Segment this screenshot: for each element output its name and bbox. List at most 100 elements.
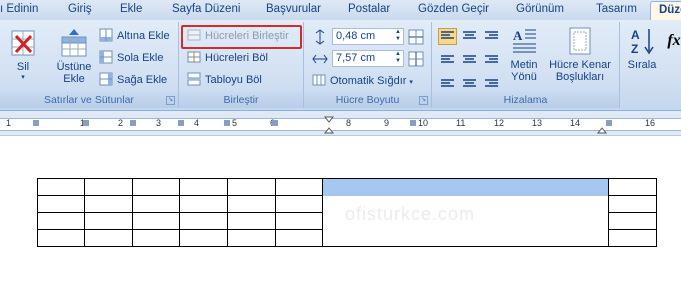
- autofit-button[interactable]: Otomatik Sığdır ▾: [312, 72, 413, 90]
- text-direction-label-2: Yönü: [511, 71, 537, 83]
- table-cell[interactable]: [227, 178, 276, 196]
- merge-cells-highlight: [181, 25, 302, 49]
- text-direction-button[interactable]: A Metin Yönü: [506, 26, 542, 83]
- column-marker[interactable]: [606, 120, 612, 126]
- autofit-label: Otomatik Sığdır: [330, 75, 407, 87]
- tab-add-ins[interactable]: ı Edinin: [0, 3, 38, 19]
- insert-left-button[interactable]: Sola Ekle: [99, 49, 163, 67]
- table-cell[interactable]: [132, 212, 180, 230]
- table-cell[interactable]: [275, 229, 323, 247]
- align-top-right-button[interactable]: [482, 28, 501, 45]
- table-row: [37, 178, 657, 247]
- table-cell[interactable]: [227, 195, 276, 213]
- tab-home[interactable]: Giriş: [68, 3, 92, 19]
- column-marker[interactable]: [410, 120, 416, 126]
- formula-button[interactable]: fx: [664, 32, 681, 50]
- table-cell[interactable]: [227, 212, 276, 230]
- insert-below-label: Altına Ekle: [117, 30, 170, 42]
- align-middle-left-button[interactable]: [438, 50, 457, 67]
- table-cell[interactable]: [227, 229, 276, 247]
- table-cell[interactable]: [608, 178, 657, 196]
- table-cell[interactable]: [37, 178, 85, 196]
- tab-layout[interactable]: Düzen: [650, 1, 681, 20]
- column-marker[interactable]: [224, 120, 230, 126]
- table-cell[interactable]: [608, 195, 657, 213]
- table-cell[interactable]: [84, 178, 133, 196]
- table-cell[interactable]: [132, 195, 180, 213]
- table-cell[interactable]: [84, 229, 133, 247]
- insert-below-button[interactable]: Altına Ekle: [99, 27, 170, 45]
- right-indent-marker[interactable]: [596, 127, 608, 134]
- tab-review[interactable]: Gözden Geçir: [418, 3, 489, 19]
- table-cell[interactable]: [608, 212, 657, 230]
- group-label-rows-columns: Satırlar ve Sütunlar: [0, 92, 178, 108]
- table-cell[interactable]: [608, 229, 657, 247]
- tab-page-layout[interactable]: Sayfa Düzeni: [172, 3, 240, 19]
- ruler-column-markers: [33, 116, 612, 134]
- column-marker[interactable]: [130, 120, 136, 126]
- table-cell[interactable]: [132, 229, 180, 247]
- align-bottom-right-icon: [485, 79, 498, 87]
- align-middle-right-button[interactable]: [482, 50, 501, 67]
- delete-button[interactable]: Sil ▾: [6, 28, 40, 81]
- table-cell[interactable]: [84, 212, 133, 230]
- column-marker[interactable]: [83, 120, 89, 126]
- split-table-icon: [187, 72, 201, 86]
- svg-text:A: A: [631, 28, 640, 42]
- row-height-spinner[interactable]: 0,48 cm ▲ ▼: [332, 28, 404, 45]
- align-bottom-right-button[interactable]: [482, 72, 501, 89]
- insert-above-icon: [61, 29, 87, 57]
- table-cell[interactable]: [275, 178, 323, 196]
- rows-columns-launcher-icon[interactable]: ↘: [166, 96, 175, 105]
- table-cell[interactable]: [179, 195, 228, 213]
- insert-left-icon: [99, 50, 113, 64]
- indent-marker-bottom[interactable]: [323, 127, 335, 134]
- distribute-rows-icon[interactable]: [408, 29, 424, 48]
- text-direction-icon: A: [513, 28, 536, 53]
- insert-right-button[interactable]: Sağa Ekle: [99, 71, 167, 89]
- tab-mailings[interactable]: Postalar: [348, 3, 390, 19]
- column-marker[interactable]: [33, 120, 39, 126]
- split-table-button[interactable]: Tabloyu Böl: [187, 71, 262, 89]
- document-page[interactable]: ofisturkce.com: [0, 136, 681, 301]
- insert-above-button[interactable]: Üstüne Ekle: [52, 28, 96, 85]
- spinner-arrows-icon[interactable]: ▲ ▼: [393, 29, 403, 44]
- table-cell[interactable]: [275, 212, 323, 230]
- group-alignment: A Metin Yönü Hücre Kenar Boşlukları Hiza…: [432, 22, 620, 108]
- group-cell-size: 0,48 cm ▲ ▼ 7,57 cm ▲ ▼ Otomatik Sığdır ▾ H…: [304, 22, 432, 108]
- insert-above-label-1: Üstüne: [56, 61, 92, 73]
- table-cell[interactable]: [179, 229, 228, 247]
- column-marker[interactable]: [272, 120, 278, 126]
- cell-margins-button[interactable]: Hücre Kenar Boşlukları: [546, 26, 614, 83]
- tab-view[interactable]: Görünüm: [516, 3, 564, 19]
- table-cell[interactable]: [37, 229, 85, 247]
- align-top-center-icon: [463, 31, 476, 39]
- cell-size-launcher-icon[interactable]: ↘: [419, 96, 428, 105]
- align-top-center-button[interactable]: [460, 28, 479, 45]
- insert-left-label: Sola Ekle: [117, 52, 164, 64]
- formula-label: fx: [667, 32, 681, 49]
- indent-marker-top[interactable]: [323, 116, 335, 123]
- table-cell[interactable]: [37, 212, 85, 230]
- distribute-columns-icon[interactable]: [408, 51, 424, 70]
- split-cells-label: Hücreleri Böl: [205, 52, 268, 64]
- tab-design[interactable]: Tasarım: [596, 3, 637, 19]
- spinner-arrows-icon[interactable]: ▲ ▼: [393, 51, 403, 66]
- split-cells-button[interactable]: Hücreleri Böl: [187, 49, 268, 67]
- align-bottom-center-button[interactable]: [460, 72, 479, 89]
- column-marker[interactable]: [178, 120, 184, 126]
- align-middle-center-button[interactable]: [460, 50, 479, 67]
- table-cell[interactable]: [37, 195, 85, 213]
- tab-references[interactable]: Başvurular: [266, 3, 321, 19]
- table-cell[interactable]: [179, 178, 228, 196]
- align-top-left-button[interactable]: [438, 28, 457, 45]
- align-bottom-left-button[interactable]: [438, 72, 457, 89]
- horizontal-ruler[interactable]: 1 1 2 3 4 5 6 8 9 10 11 12 13 14 16: [0, 111, 681, 136]
- tab-insert[interactable]: Ekle: [120, 3, 142, 19]
- table-cell[interactable]: [132, 178, 180, 196]
- table-cell[interactable]: [179, 212, 228, 230]
- sort-button[interactable]: A Z Sırala: [626, 26, 658, 71]
- table-cell[interactable]: [84, 195, 133, 213]
- column-width-spinner[interactable]: 7,57 cm ▲ ▼: [332, 50, 404, 67]
- table-cell[interactable]: [275, 195, 323, 213]
